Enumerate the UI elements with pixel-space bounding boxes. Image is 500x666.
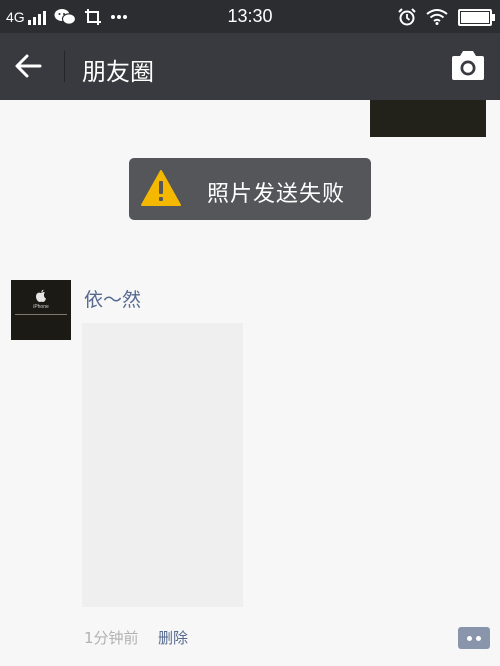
comment-bubble-icon-dot [476, 636, 481, 641]
previous-post-photo[interactable] [370, 100, 486, 137]
arrow-left-icon [15, 54, 42, 78]
post-time: 1分钟前 [84, 629, 139, 647]
status-right [398, 6, 495, 28]
apple-logo-icon [36, 289, 46, 302]
camera-button[interactable] [450, 50, 486, 82]
avatar[interactable]: iPhone [11, 280, 71, 340]
toast-message: 照片发送失败 [207, 182, 346, 207]
error-toast: 照片发送失败 [129, 158, 371, 220]
avatar-caption-line [15, 314, 67, 315]
page-title: 朋友圈 [82, 58, 154, 86]
alarm-icon [398, 8, 416, 26]
wifi-icon [426, 9, 448, 25]
title-divider [64, 51, 65, 82]
warning-icon [141, 170, 181, 206]
post-photo[interactable] [82, 323, 243, 607]
status-bar: 4G 13:30 [0, 0, 500, 33]
comment-button[interactable] [458, 627, 490, 649]
back-button[interactable] [12, 49, 46, 83]
battery-icon [458, 8, 495, 26]
camera-icon [452, 51, 484, 80]
post-username[interactable]: 依～然 [84, 285, 141, 312]
avatar-brand: iPhone [33, 304, 49, 310]
delete-button[interactable]: 删除 [158, 627, 188, 648]
comment-bubble-icon [467, 636, 472, 641]
title-bar: 朋友圈 [0, 33, 500, 100]
battery-level [461, 11, 489, 23]
